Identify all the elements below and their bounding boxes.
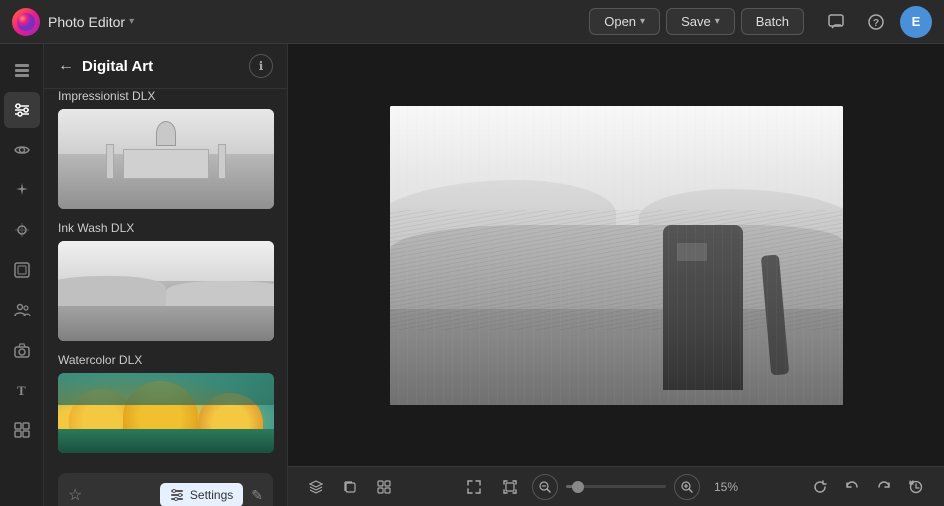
sketch-artwork xyxy=(390,106,843,405)
main-area: T ← Digital Art ℹ Impressionist DLX xyxy=(0,44,944,506)
panel-title: Digital Art xyxy=(82,58,241,75)
header-right: ? E xyxy=(820,6,932,38)
header: Photo Editor ▾ Open ▾ Save ▾ Batch ? E xyxy=(0,0,944,44)
save-arrow: ▾ xyxy=(715,16,720,27)
impressionist-filter-thumb xyxy=(58,109,274,209)
open-button[interactable]: Open ▾ xyxy=(589,8,660,35)
canvas-area: 15% xyxy=(288,44,944,506)
magic-tool-button[interactable] xyxy=(4,172,40,208)
undo-button[interactable] xyxy=(838,473,866,501)
svg-text:T: T xyxy=(17,383,26,398)
redo-button[interactable] xyxy=(870,473,898,501)
impressionist-filter-label: Impressionist DLX xyxy=(58,89,273,103)
app-title: Photo Editor xyxy=(48,14,125,30)
people-tool-button[interactable] xyxy=(4,292,40,328)
bottom-left-tools xyxy=(302,473,398,501)
panel-back-button[interactable]: ← xyxy=(58,57,74,75)
zoom-value-label: 15% xyxy=(708,480,744,494)
history-button[interactable] xyxy=(902,473,930,501)
zoom-out-button[interactable] xyxy=(532,474,558,500)
bottom-center-tools: 15% xyxy=(404,473,800,501)
edit-button[interactable]: ✎ xyxy=(251,487,263,504)
impressionist-filter-item[interactable]: Impressionist DLX xyxy=(44,89,287,221)
panel-info-button[interactable]: ℹ xyxy=(249,54,273,78)
grid-bottom-button[interactable] xyxy=(370,473,398,501)
adjustments-tool-button[interactable] xyxy=(4,92,40,128)
zoom-in-button[interactable] xyxy=(674,474,700,500)
bottom-right-tools xyxy=(806,473,930,501)
batch-button[interactable]: Batch xyxy=(741,8,804,35)
inkwash-filter-label: Ink Wash DLX xyxy=(58,221,273,235)
inkwash-filter-thumb xyxy=(58,241,274,341)
app-logo xyxy=(12,8,40,36)
open-arrow: ▾ xyxy=(640,16,645,27)
eye-tool-button[interactable] xyxy=(4,132,40,168)
fit-view-button[interactable] xyxy=(460,473,488,501)
help-button[interactable]: ? xyxy=(860,6,892,38)
svg-text:?: ? xyxy=(873,18,879,29)
more-tool-button[interactable] xyxy=(4,412,40,448)
icon-sidebar: T xyxy=(0,44,44,506)
panel-content: Impressionist DLX xyxy=(44,89,287,506)
refresh-button[interactable] xyxy=(806,473,834,501)
watercolor-filter-label: Watercolor DLX xyxy=(58,353,273,367)
favorite-button[interactable]: ☆ xyxy=(68,485,82,505)
watercolor-settings-card: ☆ Settings xyxy=(58,473,273,506)
zoom-slider[interactable] xyxy=(566,485,666,488)
layers-tool-button[interactable] xyxy=(4,52,40,88)
canvas-workspace xyxy=(288,44,944,466)
fit2-view-button[interactable] xyxy=(496,473,524,501)
settings-card-top: ☆ Settings xyxy=(68,483,263,506)
app-title-chevron[interactable]: ▾ xyxy=(129,16,134,27)
settings-button[interactable]: Settings xyxy=(160,483,243,506)
user-avatar[interactable]: E xyxy=(900,6,932,38)
filter-controls: Settings ✎ xyxy=(160,483,263,506)
bottom-toolbar: 15% xyxy=(288,466,944,506)
frames-tool-button[interactable] xyxy=(4,252,40,288)
canvas-image xyxy=(390,106,843,405)
text-tool-button[interactable]: T xyxy=(4,372,40,408)
save-button[interactable]: Save ▾ xyxy=(666,8,735,35)
effects-tool-button[interactable] xyxy=(4,212,40,248)
settings-icon xyxy=(170,488,184,502)
layers-bottom-button[interactable] xyxy=(302,473,330,501)
panel-header: ← Digital Art ℹ xyxy=(44,44,287,89)
camera-tool-button[interactable] xyxy=(4,332,40,368)
watercolor-filter-item[interactable]: Watercolor DLX xyxy=(44,353,287,465)
watercolor-filter-thumb xyxy=(58,373,274,453)
comment-button[interactable] xyxy=(820,6,852,38)
filter-panel: ← Digital Art ℹ Impressionist DLX xyxy=(44,44,288,506)
copy-bottom-button[interactable] xyxy=(336,473,364,501)
inkwash-filter-item[interactable]: Ink Wash DLX xyxy=(44,221,287,353)
